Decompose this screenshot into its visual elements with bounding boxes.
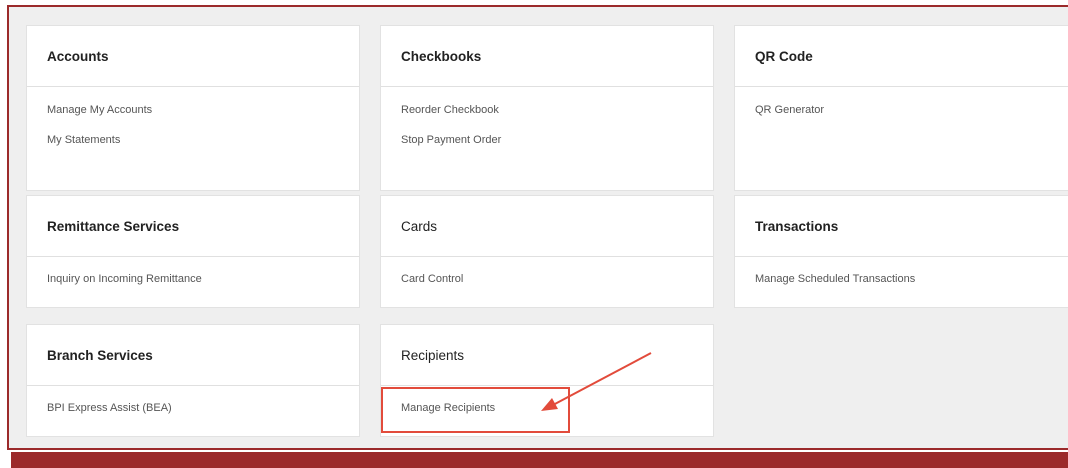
footer-bar [11, 452, 1068, 468]
link-my-statements[interactable]: My Statements [47, 131, 359, 161]
card-branch-services: Branch Services BPI Express Assist (BEA) [26, 324, 360, 437]
card-title: Cards [381, 196, 713, 257]
link-reorder-checkbook[interactable]: Reorder Checkbook [401, 101, 713, 131]
card-title: QR Code [735, 26, 1068, 87]
card-accounts: Accounts Manage My Accounts My Statement… [26, 25, 360, 191]
card-title: Transactions [735, 196, 1068, 257]
link-manage-my-accounts[interactable]: Manage My Accounts [47, 101, 359, 131]
card-checkbooks: Checkbooks Reorder Checkbook Stop Paymen… [380, 25, 714, 191]
card-title: Branch Services [27, 325, 359, 386]
card-recipients: Recipients Manage Recipients [380, 324, 714, 437]
card-title: Checkbooks [381, 26, 713, 87]
card-qr-code: QR Code QR Generator [734, 25, 1068, 191]
link-manage-scheduled-transactions[interactable]: Manage Scheduled Transactions [755, 270, 1068, 300]
card-title: Remittance Services [27, 196, 359, 257]
link-stop-payment-order[interactable]: Stop Payment Order [401, 131, 713, 161]
card-remittance-services: Remittance Services Inquiry on Incoming … [26, 195, 360, 308]
card-title: Accounts [27, 26, 359, 87]
link-qr-generator[interactable]: QR Generator [755, 101, 1068, 131]
card-cards: Cards Card Control [380, 195, 714, 308]
link-manage-recipients[interactable]: Manage Recipients [401, 399, 713, 429]
link-bpi-express-assist[interactable]: BPI Express Assist (BEA) [47, 399, 359, 429]
card-transactions: Transactions Manage Scheduled Transactio… [734, 195, 1068, 308]
link-card-control[interactable]: Card Control [401, 270, 713, 300]
card-title: Recipients [381, 325, 713, 386]
link-inquiry-incoming-remittance[interactable]: Inquiry on Incoming Remittance [47, 270, 359, 300]
